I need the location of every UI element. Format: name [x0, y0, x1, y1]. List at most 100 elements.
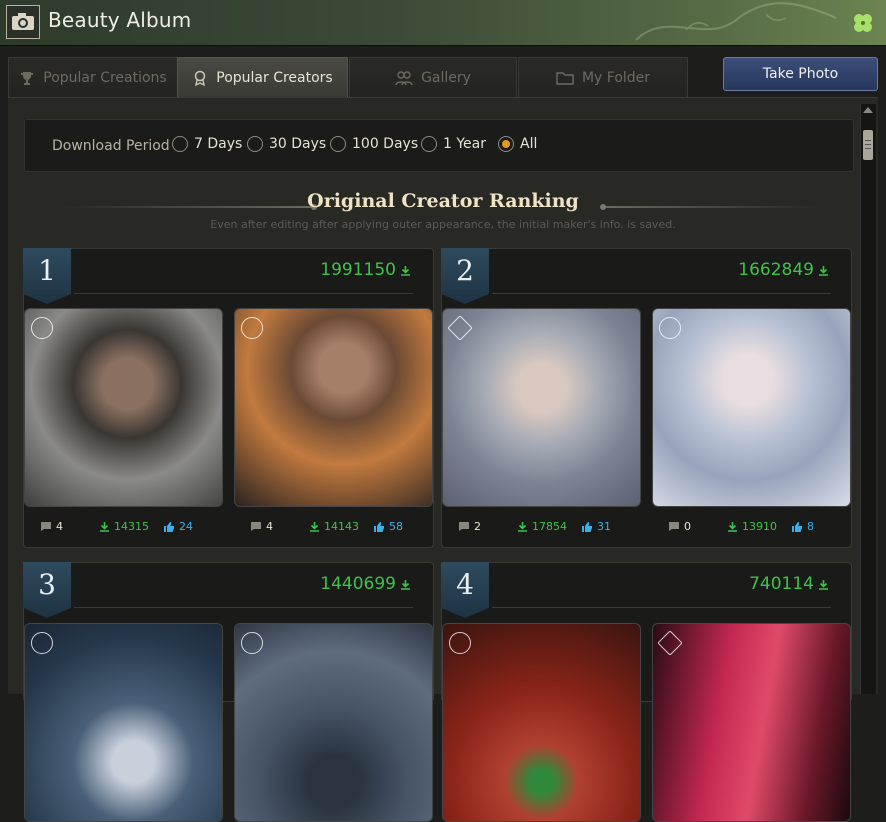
like-value: 8 — [807, 520, 814, 533]
class-emblem-icon — [31, 317, 53, 339]
creation-thumbnail[interactable] — [24, 623, 223, 822]
comment-value: 2 — [474, 520, 481, 533]
tab-gallery[interactable]: Gallery — [349, 57, 517, 97]
creation-thumbnail[interactable] — [652, 623, 851, 822]
creation-thumbnail[interactable] — [442, 308, 641, 507]
title-bar: Beauty Album — [0, 0, 886, 46]
filter-label: Download Period — [52, 138, 170, 154]
take-photo-button[interactable]: Take Photo — [723, 57, 878, 91]
class-emblem-icon — [241, 632, 263, 654]
tab-label: Gallery — [421, 69, 471, 86]
total-downloads: 1991150 — [320, 260, 411, 280]
radio-30-days[interactable]: 30 Days — [247, 136, 326, 152]
comment-value: 4 — [56, 520, 63, 533]
divider — [74, 293, 413, 294]
rank-badge: 1 — [23, 248, 71, 304]
comment-icon — [41, 522, 51, 531]
folder-icon — [556, 71, 574, 85]
radio-100-days[interactable]: 100 Days — [330, 136, 418, 152]
total-downloads-value: 1991150 — [320, 260, 396, 280]
creator-card[interactable]: 4 740114 — [441, 562, 852, 822]
scroll-up-arrow-icon[interactable] — [863, 107, 873, 113]
comment-value: 4 — [266, 520, 273, 533]
radio-dot-selected — [498, 136, 514, 152]
radio-label: 1 Year — [443, 136, 486, 152]
people-icon — [395, 70, 413, 85]
comment-count: 4 — [40, 520, 63, 533]
creation-thumbnail[interactable] — [234, 308, 433, 507]
rank-badge: 4 — [441, 562, 489, 618]
photo-stats: 4 14143 58 — [250, 520, 417, 533]
ranking-title: Original Creator Ranking — [307, 190, 579, 212]
download-value: 14143 — [324, 520, 359, 533]
photo-stats: 2 17854 31 — [458, 520, 625, 533]
like-value: 31 — [597, 520, 611, 533]
download-icon — [401, 579, 410, 590]
creation-thumbnail[interactable] — [234, 623, 433, 822]
like-value: 58 — [389, 520, 403, 533]
thumbs-up-icon — [582, 521, 592, 532]
photo-stats: 4 14315 24 — [40, 520, 207, 533]
download-value: 14315 — [114, 520, 149, 533]
vine-decoration — [635, 2, 837, 41]
like-count: 31 — [581, 520, 611, 533]
radio-7-days[interactable]: 7 Days — [172, 136, 242, 152]
download-count: 14315 — [99, 520, 149, 533]
medal-icon — [195, 70, 206, 86]
comment-count: 0 — [668, 520, 691, 533]
tab-label: My Folder — [581, 69, 651, 86]
tab-popular-creations[interactable]: Popular Creations — [8, 57, 178, 97]
tab-popular-creators[interactable]: Popular Creators — [177, 57, 348, 97]
comment-icon — [669, 522, 679, 531]
ranking-subtitle: Even after editing after applying outer … — [210, 218, 676, 231]
download-count: 13910 — [727, 520, 777, 533]
comment-count: 4 — [250, 520, 273, 533]
like-count: 8 — [791, 520, 814, 533]
camera-icon — [6, 5, 40, 39]
class-emblem-icon — [657, 630, 683, 656]
radio-label: 30 Days — [269, 136, 327, 152]
download-count: 14143 — [309, 520, 359, 533]
creator-card[interactable]: 2 1662849 2 17854 31 0 13910 8 — [441, 248, 852, 548]
radio-dot — [330, 136, 346, 152]
comment-icon — [459, 522, 469, 531]
tab-bar: Popular Creations Popular Creators Galle… — [8, 57, 688, 97]
total-downloads-value: 1662849 — [738, 260, 814, 280]
download-icon — [819, 265, 828, 276]
scroll-thumb[interactable] — [863, 130, 873, 160]
creator-card[interactable]: 3 1440699 — [23, 562, 434, 822]
total-downloads: 740114 — [749, 574, 829, 594]
tab-label: Popular Creations — [43, 69, 167, 86]
class-emblem-icon — [449, 632, 471, 654]
thumbs-up-icon — [164, 521, 174, 532]
like-count: 24 — [163, 520, 193, 533]
download-value: 13910 — [742, 520, 777, 533]
photo-stats: 0 13910 8 — [668, 520, 828, 533]
total-downloads: 1440699 — [320, 574, 411, 594]
creator-card[interactable]: 1 1991150 4 14315 24 4 14143 58 — [23, 248, 434, 548]
radio-all[interactable]: All — [498, 136, 537, 152]
trophy-icon — [21, 71, 34, 85]
download-icon — [518, 522, 527, 532]
tab-my-folder[interactable]: My Folder — [518, 57, 688, 97]
download-icon — [401, 265, 410, 276]
divider — [492, 293, 831, 294]
download-icon — [819, 579, 828, 590]
download-period-filter: Download Period 7 Days 30 Days 100 Days … — [24, 119, 854, 172]
clover-icon[interactable] — [850, 10, 876, 36]
comment-icon — [251, 522, 261, 531]
download-count: 17854 — [517, 520, 567, 533]
download-icon — [100, 522, 109, 532]
radio-1-year[interactable]: 1 Year — [421, 136, 486, 152]
total-downloads-value: 1440699 — [320, 574, 396, 594]
rank-badge: 2 — [441, 248, 489, 304]
creation-thumbnail[interactable] — [24, 308, 223, 507]
comment-value: 0 — [684, 520, 691, 533]
tab-label: Popular Creators — [216, 69, 333, 86]
creation-thumbnail[interactable] — [442, 623, 641, 822]
download-icon — [728, 522, 737, 532]
class-emblem-icon — [31, 632, 53, 654]
class-emblem-icon — [659, 317, 681, 339]
radio-dot — [172, 136, 188, 152]
creation-thumbnail[interactable] — [652, 308, 851, 507]
